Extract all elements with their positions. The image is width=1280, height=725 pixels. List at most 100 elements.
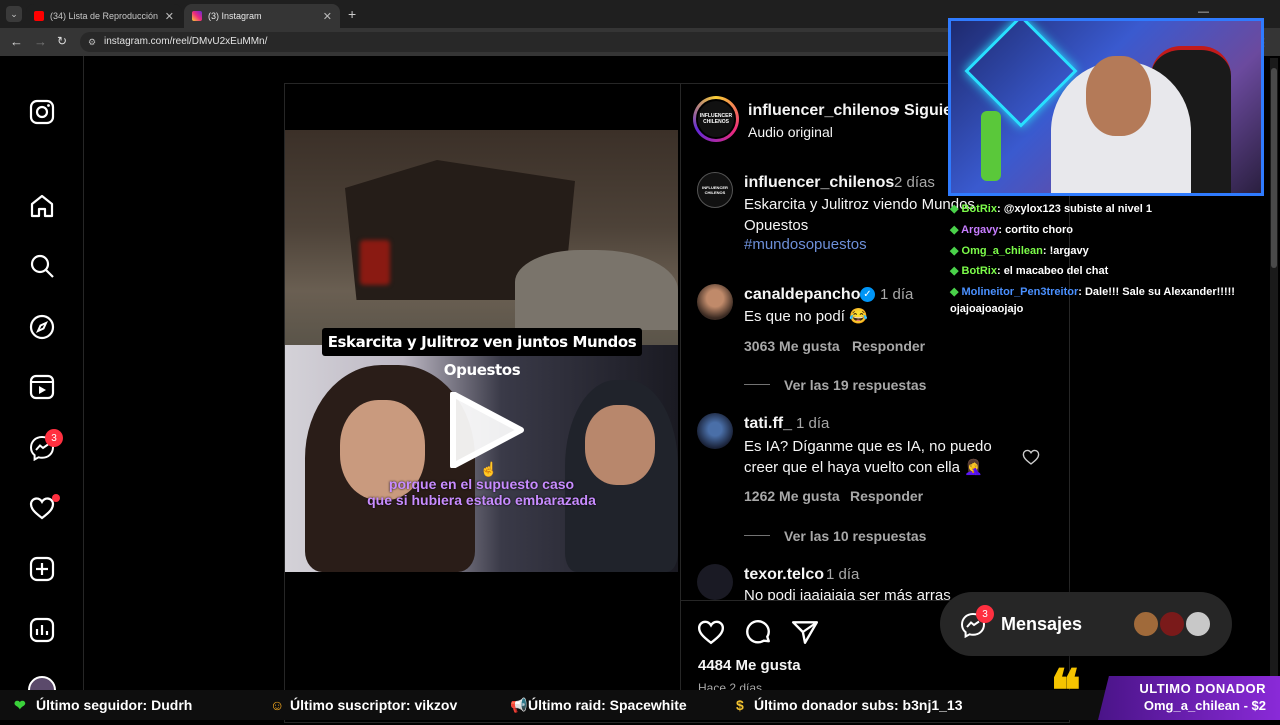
tab-list-button[interactable]: ⌄: [6, 6, 22, 22]
webcam-streamer-face: [1086, 56, 1151, 136]
messages-button[interactable]: 3 Mensajes: [940, 592, 1232, 656]
last-donor-value: Omg_a_chilean - $2: [1143, 698, 1266, 713]
comment-likes[interactable]: 1262 Me gusta: [744, 488, 840, 504]
chat-badge-icon: ◆: [950, 224, 962, 236]
comment-time: 1 día: [880, 286, 914, 303]
create-icon[interactable]: [26, 553, 58, 585]
comment-avatar[interactable]: [697, 284, 733, 320]
share-icon[interactable]: [791, 618, 819, 651]
caption-hashtag[interactable]: #mundosopuestos: [744, 236, 867, 253]
chat-badge-icon: ◆: [950, 286, 962, 298]
chat-username: Molineitor_Pen3treitor: [961, 286, 1079, 298]
chat-text: ojajoajoaojajo: [950, 303, 1024, 315]
comment-username[interactable]: canaldepancho: [744, 286, 860, 304]
money-bag-icon: $: [736, 697, 744, 713]
site-info-icon[interactable]: ⚙: [88, 32, 96, 52]
last-subscriber: Último suscriptor: vikzov: [290, 697, 458, 713]
instagram-logo-icon[interactable]: [26, 96, 58, 128]
comment-time: 1 día: [826, 566, 860, 583]
chat-badge-icon: ◆: [950, 265, 962, 277]
browser-tab-instagram[interactable]: (3) Instagram ✕: [184, 4, 340, 28]
last-donor-title: ULTIMO DONADOR: [1139, 681, 1266, 696]
heart-icon: ❤: [14, 697, 26, 713]
video-person-right-face: [585, 405, 655, 485]
chat-username: Omg_a_chilean: [961, 245, 1043, 257]
video-red-light: [360, 240, 390, 285]
likes-count[interactable]: 4484 Me gusta: [698, 657, 801, 674]
tab-title: (3) Instagram: [208, 11, 262, 21]
video-subtitle-1: porque en el supuesto caso: [388, 476, 575, 492]
notifications-badge: 3: [45, 429, 63, 447]
caption-avatar[interactable]: INFLUENCER CHILENOS: [697, 172, 733, 208]
avatar-logo-text: INFLUENCER CHILENOS: [696, 99, 736, 139]
comment-reply-button[interactable]: Responder: [850, 488, 923, 504]
account-username[interactable]: influencer_chilenos: [748, 102, 898, 120]
chat-text: : cortito choro: [998, 224, 1073, 236]
comment-like-heart-icon[interactable]: [1022, 448, 1040, 471]
cursor-icon: ☝: [480, 461, 498, 477]
account-avatar[interactable]: INFLUENCER CHILENOS: [693, 96, 739, 142]
comment-text: No podi jaajajaja ser más arras: [744, 587, 951, 600]
chat-badge-icon: ◆: [950, 245, 962, 257]
chat-text: : Dale!!! Sale su Alexander!!!!!: [1078, 286, 1235, 298]
scrollbar-thumb[interactable]: [1271, 68, 1277, 268]
last-raid: Último raid: Spacewhite: [528, 697, 687, 713]
comment-icon[interactable]: [744, 618, 772, 651]
view-replies-button[interactable]: Ver las 19 respuestas: [784, 377, 926, 393]
close-tab-icon[interactable]: ✕: [165, 10, 174, 23]
follow-button[interactable]: • Siguie: [894, 102, 954, 120]
forward-icon[interactable]: →: [34, 34, 47, 49]
video-subtitle-2: que si hubiera estado embarazada: [367, 492, 596, 508]
comment-avatar[interactable]: [697, 413, 733, 449]
video-title-banner: Eskarcita y Julitroz ven juntos Mundos O…: [322, 328, 642, 379]
youtube-icon: [34, 11, 44, 21]
comment-text: Es que no podí 😂: [744, 308, 868, 325]
browser-tab-youtube[interactable]: (34) Lista de Reproducción de 2 ✕: [26, 4, 182, 28]
message-avatar: [1132, 610, 1160, 638]
chat-text: : !argavy: [1042, 245, 1089, 257]
tab-title: (34) Lista de Reproducción de 2: [50, 11, 160, 21]
view-replies-button[interactable]: Ver las 10 respuestas: [784, 528, 926, 544]
minimize-icon[interactable]: —: [1198, 6, 1209, 18]
chat-badge-icon: ◆: [950, 203, 962, 215]
streamer-webcam: [948, 18, 1264, 196]
dashboard-icon[interactable]: [26, 614, 58, 646]
reload-icon[interactable]: ↻: [57, 34, 67, 48]
megaphone-icon: 📢: [510, 697, 528, 713]
last-donor-subs: Último donador subs: b3nj1_13: [754, 697, 963, 713]
close-tab-icon[interactable]: ✕: [323, 10, 332, 23]
back-icon[interactable]: ←: [10, 34, 23, 49]
chat-message: ojajoajoaojajo: [950, 303, 1023, 315]
reel-video[interactable]: Eskarcita y Julitroz ven juntos Mundos O…: [285, 130, 678, 572]
caption-username[interactable]: influencer_chilenos: [744, 174, 894, 192]
replies-divider: [744, 384, 770, 385]
home-icon[interactable]: [26, 190, 58, 222]
new-tab-button[interactable]: +: [348, 6, 356, 22]
chat-username: BotRix: [961, 265, 997, 277]
chat-message: ◆ Omg_a_chilean: !argavy: [950, 244, 1089, 257]
messages-badge: 3: [976, 605, 994, 623]
reels-icon[interactable]: [26, 371, 58, 403]
audio-label[interactable]: Audio original: [748, 124, 833, 140]
comment-avatar[interactable]: [697, 564, 733, 600]
message-avatar: [1158, 610, 1186, 638]
comment-username[interactable]: texor.telco: [744, 566, 824, 584]
caption-time: 2 días: [894, 174, 935, 191]
like-heart-icon[interactable]: [697, 618, 725, 651]
verified-badge-icon: ✓: [860, 287, 875, 302]
instagram-icon: [192, 11, 202, 21]
page-scrollbar[interactable]: [1270, 58, 1278, 688]
last-donor-panel: ULTIMO DONADOR Omg_a_chilean - $2: [1098, 676, 1280, 720]
comment-reply-button[interactable]: Responder: [852, 338, 925, 354]
chat-message: ◆ Argavy: cortito choro: [950, 223, 1073, 236]
url-input[interactable]: ⚙ instagram.com/reel/DMvU2xEuMMn/: [80, 32, 960, 52]
last-follower: Último seguidor: Dudrh: [36, 697, 193, 713]
chat-message: ◆ BotRix: @xylox123 subiste al nivel 1: [950, 202, 1152, 215]
comment-text: Es IA? Díganme que es IA, no puedo creer…: [744, 438, 992, 476]
webcam-bottle: [981, 111, 1001, 181]
comment-likes[interactable]: 3063 Me gusta: [744, 338, 840, 354]
comment-username[interactable]: tati.ff_: [744, 415, 792, 433]
search-icon[interactable]: [26, 250, 58, 282]
explore-icon[interactable]: [26, 311, 58, 343]
chat-text: : el macabeo del chat: [996, 265, 1109, 277]
